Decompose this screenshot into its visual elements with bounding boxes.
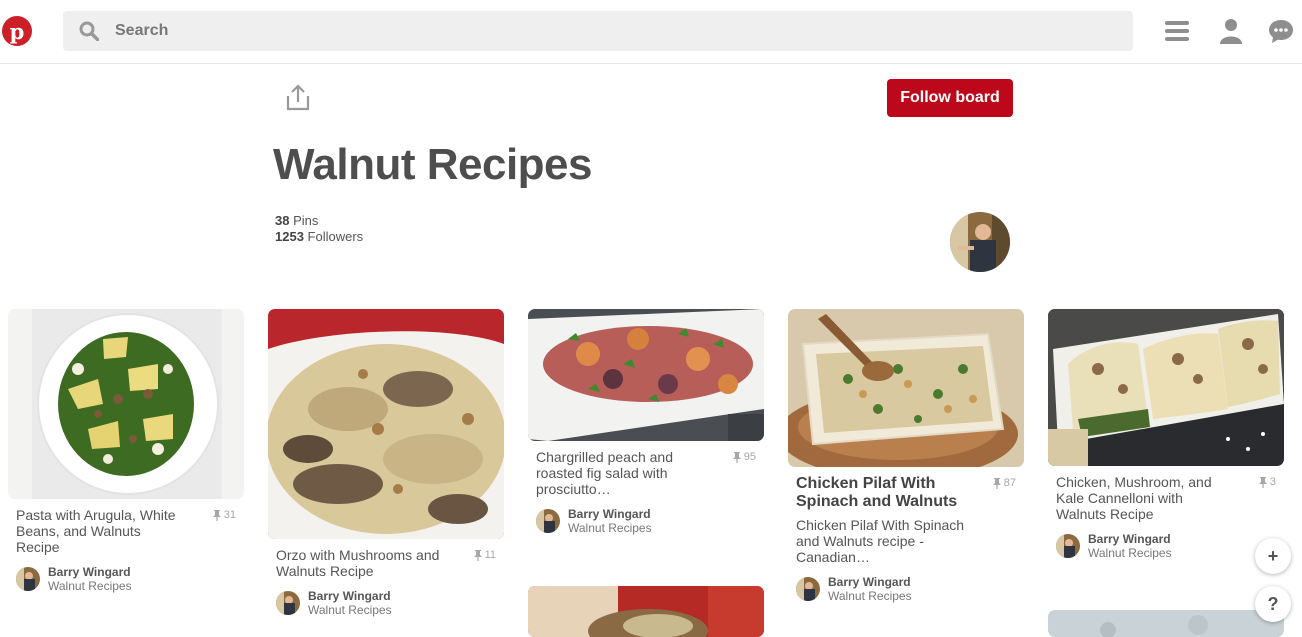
pinner-name[interactable]: Barry Wingard xyxy=(48,565,132,579)
pin-card[interactable]: 95 Chargrilled peach and roasted fig sal… xyxy=(528,309,764,535)
pin-image[interactable] xyxy=(8,309,244,499)
pin-icon xyxy=(1258,476,1267,488)
top-bar: p xyxy=(0,0,1302,64)
pin-title: Chicken Pilaf With Spinach and Walnuts xyxy=(796,475,958,510)
repin-count: 87 xyxy=(992,477,1016,489)
pinner-avatar[interactable] xyxy=(796,577,820,601)
pin-description: Orzo with Mushrooms and Walnuts Recipe xyxy=(276,547,440,579)
follow-board-button[interactable]: Follow board xyxy=(887,79,1013,117)
pinner-name[interactable]: Barry Wingard xyxy=(308,589,392,603)
pin-icon xyxy=(992,477,1001,489)
pinner-avatar[interactable] xyxy=(1056,534,1080,558)
board-title: Walnut Recipes xyxy=(273,140,592,189)
messages-icon[interactable] xyxy=(1268,18,1294,44)
pin-description: Chicken, Mushroom, and Kale Cannelloni w… xyxy=(1056,474,1212,522)
pin-image[interactable] xyxy=(268,309,504,539)
pin-card[interactable]: 87 Chicken Pilaf With Spinach and Walnut… xyxy=(788,309,1024,603)
board-stats: 38 Pins 1253 Followers xyxy=(275,213,363,245)
repin-count: 3 xyxy=(1258,476,1276,488)
pinner-info[interactable]: Barry Wingard Walnut Recipes xyxy=(796,575,1016,603)
pin-card[interactable]: 3 Chicken, Mushroom, and Kale Cannelloni… xyxy=(1048,309,1284,560)
pinner-name[interactable]: Barry Wingard xyxy=(568,507,652,521)
pin-description: Chargrilled peach and roasted fig salad … xyxy=(536,449,673,497)
pin-description: Chicken Pilaf With Spinach and Walnuts r… xyxy=(796,517,965,565)
pin-image[interactable] xyxy=(1048,309,1284,466)
pin-image[interactable] xyxy=(788,309,1024,467)
profile-icon[interactable] xyxy=(1218,18,1244,44)
pin-description: Pasta with Arugula, White Beans, and Wal… xyxy=(16,507,176,555)
repin-count: 31 xyxy=(212,509,236,521)
followers-stat[interactable]: 1253 Followers xyxy=(275,229,363,245)
pinner-name[interactable]: Barry Wingard xyxy=(828,575,912,589)
logo-letter: p xyxy=(9,19,25,44)
pinner-info[interactable]: Barry Wingard Walnut Recipes xyxy=(536,507,756,535)
pinner-board[interactable]: Walnut Recipes xyxy=(48,579,132,593)
pinner-board[interactable]: Walnut Recipes xyxy=(308,603,392,617)
pin-icon xyxy=(212,509,221,521)
help-button[interactable]: ? xyxy=(1255,586,1291,622)
board-owner-avatar[interactable] xyxy=(950,212,1010,272)
menu-icon[interactable] xyxy=(1164,18,1190,44)
pinner-info[interactable]: Barry Wingard Walnut Recipes xyxy=(1056,532,1276,560)
repin-count: 95 xyxy=(732,451,756,463)
search-bar[interactable] xyxy=(63,11,1133,51)
pinner-name[interactable]: Barry Wingard xyxy=(1088,532,1172,546)
pinner-board[interactable]: Walnut Recipes xyxy=(568,521,652,535)
pinterest-logo[interactable]: p xyxy=(2,16,32,46)
pin-image[interactable] xyxy=(1048,610,1284,637)
pinner-board[interactable]: Walnut Recipes xyxy=(828,589,912,603)
add-pin-button[interactable]: + xyxy=(1255,538,1291,574)
pin-card[interactable] xyxy=(1048,610,1284,637)
pinner-avatar[interactable] xyxy=(16,567,40,591)
repin-count: 11 xyxy=(473,549,496,561)
pinner-info[interactable]: Barry Wingard Walnut Recipes xyxy=(276,589,496,617)
pin-image[interactable] xyxy=(528,586,764,637)
share-icon[interactable] xyxy=(284,83,312,113)
pinner-avatar[interactable] xyxy=(536,509,560,533)
search-input[interactable] xyxy=(115,11,1115,51)
pins-stat[interactable]: 38 Pins xyxy=(275,213,363,229)
pin-card[interactable]: 11 Orzo with Mushrooms and Walnuts Recip… xyxy=(268,309,504,617)
search-icon xyxy=(79,21,99,41)
pin-icon xyxy=(473,549,482,561)
pin-card[interactable]: 31 Pasta with Arugula, White Beans, and … xyxy=(8,309,244,593)
pin-image[interactable] xyxy=(528,309,764,441)
pin-card[interactable] xyxy=(528,586,764,637)
pinner-info[interactable]: Barry Wingard Walnut Recipes xyxy=(16,565,236,593)
help-label: ? xyxy=(1267,593,1279,614)
pinner-avatar[interactable] xyxy=(276,591,300,615)
pinner-board[interactable]: Walnut Recipes xyxy=(1088,546,1172,560)
add-label: + xyxy=(1267,545,1279,566)
pin-icon xyxy=(732,451,741,463)
